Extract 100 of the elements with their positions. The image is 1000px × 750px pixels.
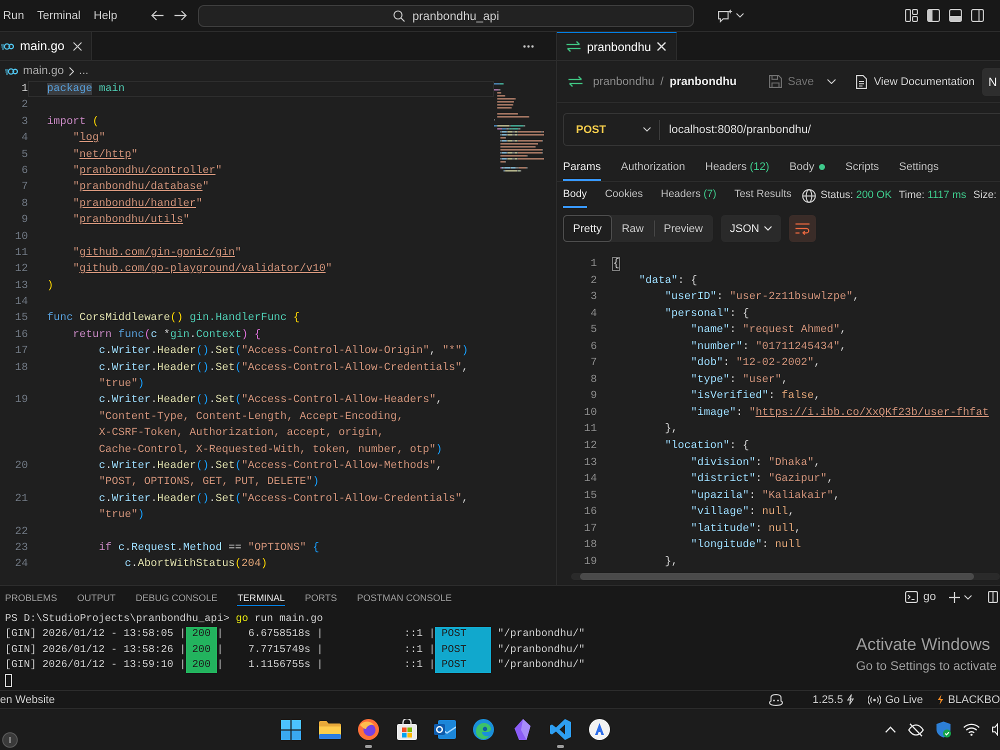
close-icon[interactable] <box>73 42 82 50</box>
code-editor-icon[interactable] <box>550 719 572 740</box>
editor-tab[interactable]: main.go <box>0 32 92 60</box>
request-option-tab[interactable]: Authorization <box>620 161 686 181</box>
format-dropdown[interactable]: JSON <box>720 215 782 242</box>
request-option-tab[interactable]: Headers (12) <box>705 161 770 181</box>
panel-tab[interactable]: PROBLEMS <box>5 588 58 606</box>
command-center[interactable]: pranbondhu_api <box>198 4 694 26</box>
sidebar-left-icon[interactable] <box>927 9 940 22</box>
folder-icon[interactable] <box>318 720 341 738</box>
menu-item[interactable]: Terminal <box>37 10 81 22</box>
globe-icon[interactable] <box>802 189 816 203</box>
fox-browser-icon[interactable] <box>358 719 379 740</box>
robot-face-icon[interactable] <box>768 694 783 706</box>
crossed-eye-icon[interactable] <box>908 722 924 736</box>
panel-tab[interactable]: OUTPUT <box>77 588 116 606</box>
shopping-bag-icon[interactable] <box>396 719 417 740</box>
code-link[interactable]: pranbondhu/controller <box>79 164 216 177</box>
panel-tab[interactable]: TERMINAL <box>237 588 285 606</box>
panel-tab[interactable]: PORTS <box>304 588 337 606</box>
split-icon[interactable] <box>988 591 998 603</box>
line-number: 3 <box>22 116 28 128</box>
response-tab[interactable]: Test Results <box>734 188 792 208</box>
panel-tab[interactable]: POSTMAN CONSOLE <box>357 588 452 606</box>
panel-tab[interactable]: DEBUG CONSOLE <box>136 588 218 606</box>
caret-icon[interactable] <box>964 594 972 600</box>
code-link[interactable]: pranbondhu/database <box>79 181 202 194</box>
chevron-up-icon[interactable] <box>885 726 896 733</box>
swirl-browser-icon[interactable] <box>473 719 494 740</box>
wrap-button[interactable] <box>789 215 816 242</box>
log-text: "/pranbondhu/" <box>498 642 585 658</box>
breadcrumb-separator: / <box>660 76 664 88</box>
code-line: "village": null, <box>690 506 794 518</box>
sidebar-right-icon[interactable] <box>971 9 984 22</box>
view-mode-button[interactable]: Preview <box>654 220 713 237</box>
request-option-tab[interactable]: Body <box>789 161 826 181</box>
code-line: "isVerified": false, <box>690 390 820 402</box>
wifi-icon[interactable] <box>963 723 980 736</box>
caret-icon[interactable] <box>826 79 836 84</box>
method-dropdown[interactable]: POST <box>564 120 660 140</box>
request-option-tab[interactable]: Scripts <box>845 161 880 181</box>
chat-sparkle-icon[interactable] <box>718 8 734 22</box>
code-line: "upazila": "Kaliakair", <box>690 490 840 502</box>
forward-arrow-icon[interactable] <box>174 10 188 21</box>
line-number: 2 <box>22 99 28 112</box>
partial-button[interactable]: N <box>982 68 1000 96</box>
start-icon[interactable] <box>281 720 302 740</box>
go-version-button[interactable]: 1.25.5 <box>812 694 854 706</box>
shield-check-icon[interactable] <box>936 721 951 738</box>
log-text: [GIN] 2026/01/12 - 13:58:05 | <box>5 627 186 642</box>
go-live-button[interactable]: Go Live <box>868 694 924 706</box>
url-link[interactable]: https://i.ibb.co/XxQKf23b/user-fhfat <box>756 406 989 419</box>
menu-item[interactable]: Help <box>94 10 118 22</box>
url-field[interactable]: localhost:8080/pranbondhu/ <box>669 124 811 136</box>
panel-bottom-icon[interactable] <box>949 9 962 22</box>
status-item[interactable]: en Website <box>0 694 55 706</box>
letter-a-circle-icon[interactable] <box>588 719 610 740</box>
response-tab[interactable]: Headers (7) <box>660 188 716 208</box>
code-link[interactable]: net/http <box>79 148 132 161</box>
code-line: "userID": "user-2z11bsuwlzpe", <box>664 291 860 304</box>
line-number: 4 <box>590 308 597 320</box>
back-arrow-icon[interactable] <box>151 10 164 21</box>
breadcrumb-item[interactable]: ... <box>78 65 89 77</box>
code-link[interactable]: pranbondhu/utils <box>79 214 184 226</box>
line-number: 10 <box>584 406 597 419</box>
mail-icon[interactable] <box>434 720 456 739</box>
view-mode-button[interactable]: Raw <box>612 215 654 242</box>
request-tab[interactable]: pranbondhu <box>557 32 678 60</box>
line-number: 13 <box>15 280 28 292</box>
view-documentation-button[interactable]: View Documentation <box>856 74 975 88</box>
menu-item[interactable]: Run <box>3 10 24 22</box>
horizontal-scrollbar[interactable] <box>571 573 1000 580</box>
log-text: "/pranbondhu/" <box>498 627 585 642</box>
response-tab[interactable]: Cookies <box>604 188 643 208</box>
code-link[interactable]: github.com/go-playground/validator/v10 <box>79 263 326 276</box>
wrap-lines-icon <box>795 222 810 234</box>
circle-icon[interactable] <box>2 732 18 748</box>
minimap[interactable] <box>494 83 544 173</box>
breadcrumb-item[interactable]: main.go <box>23 65 64 77</box>
layout-grid-icon[interactable] <box>905 9 918 22</box>
plus-icon[interactable] <box>949 592 960 602</box>
file-type-icon <box>1 42 14 50</box>
terminal-selector[interactable]: go <box>905 591 936 603</box>
request-option-tab[interactable]: Settings <box>899 161 939 181</box>
speaker-icon[interactable] <box>992 723 998 736</box>
view-mode-button[interactable]: Pretty <box>563 215 612 242</box>
extension-button[interactable]: BLACKBO <box>937 694 1000 706</box>
code-link[interactable]: pranbondhu/handler <box>79 198 196 210</box>
file-type-icon <box>5 68 18 74</box>
code-link[interactable]: log <box>79 132 99 144</box>
request-name[interactable]: pranbondhu <box>670 76 737 88</box>
caret-icon[interactable] <box>736 13 744 18</box>
request-option-tab[interactable]: Params <box>563 161 601 181</box>
code-link[interactable]: github.com/gin-gonic/gin <box>79 246 235 259</box>
collection-name[interactable]: pranbondhu <box>593 76 654 88</box>
method-badge: POST <box>435 658 492 674</box>
response-tab[interactable]: Body <box>563 188 587 208</box>
more-icon[interactable] <box>523 44 534 48</box>
crystal-icon[interactable] <box>514 719 531 740</box>
close-icon[interactable] <box>657 42 666 51</box>
